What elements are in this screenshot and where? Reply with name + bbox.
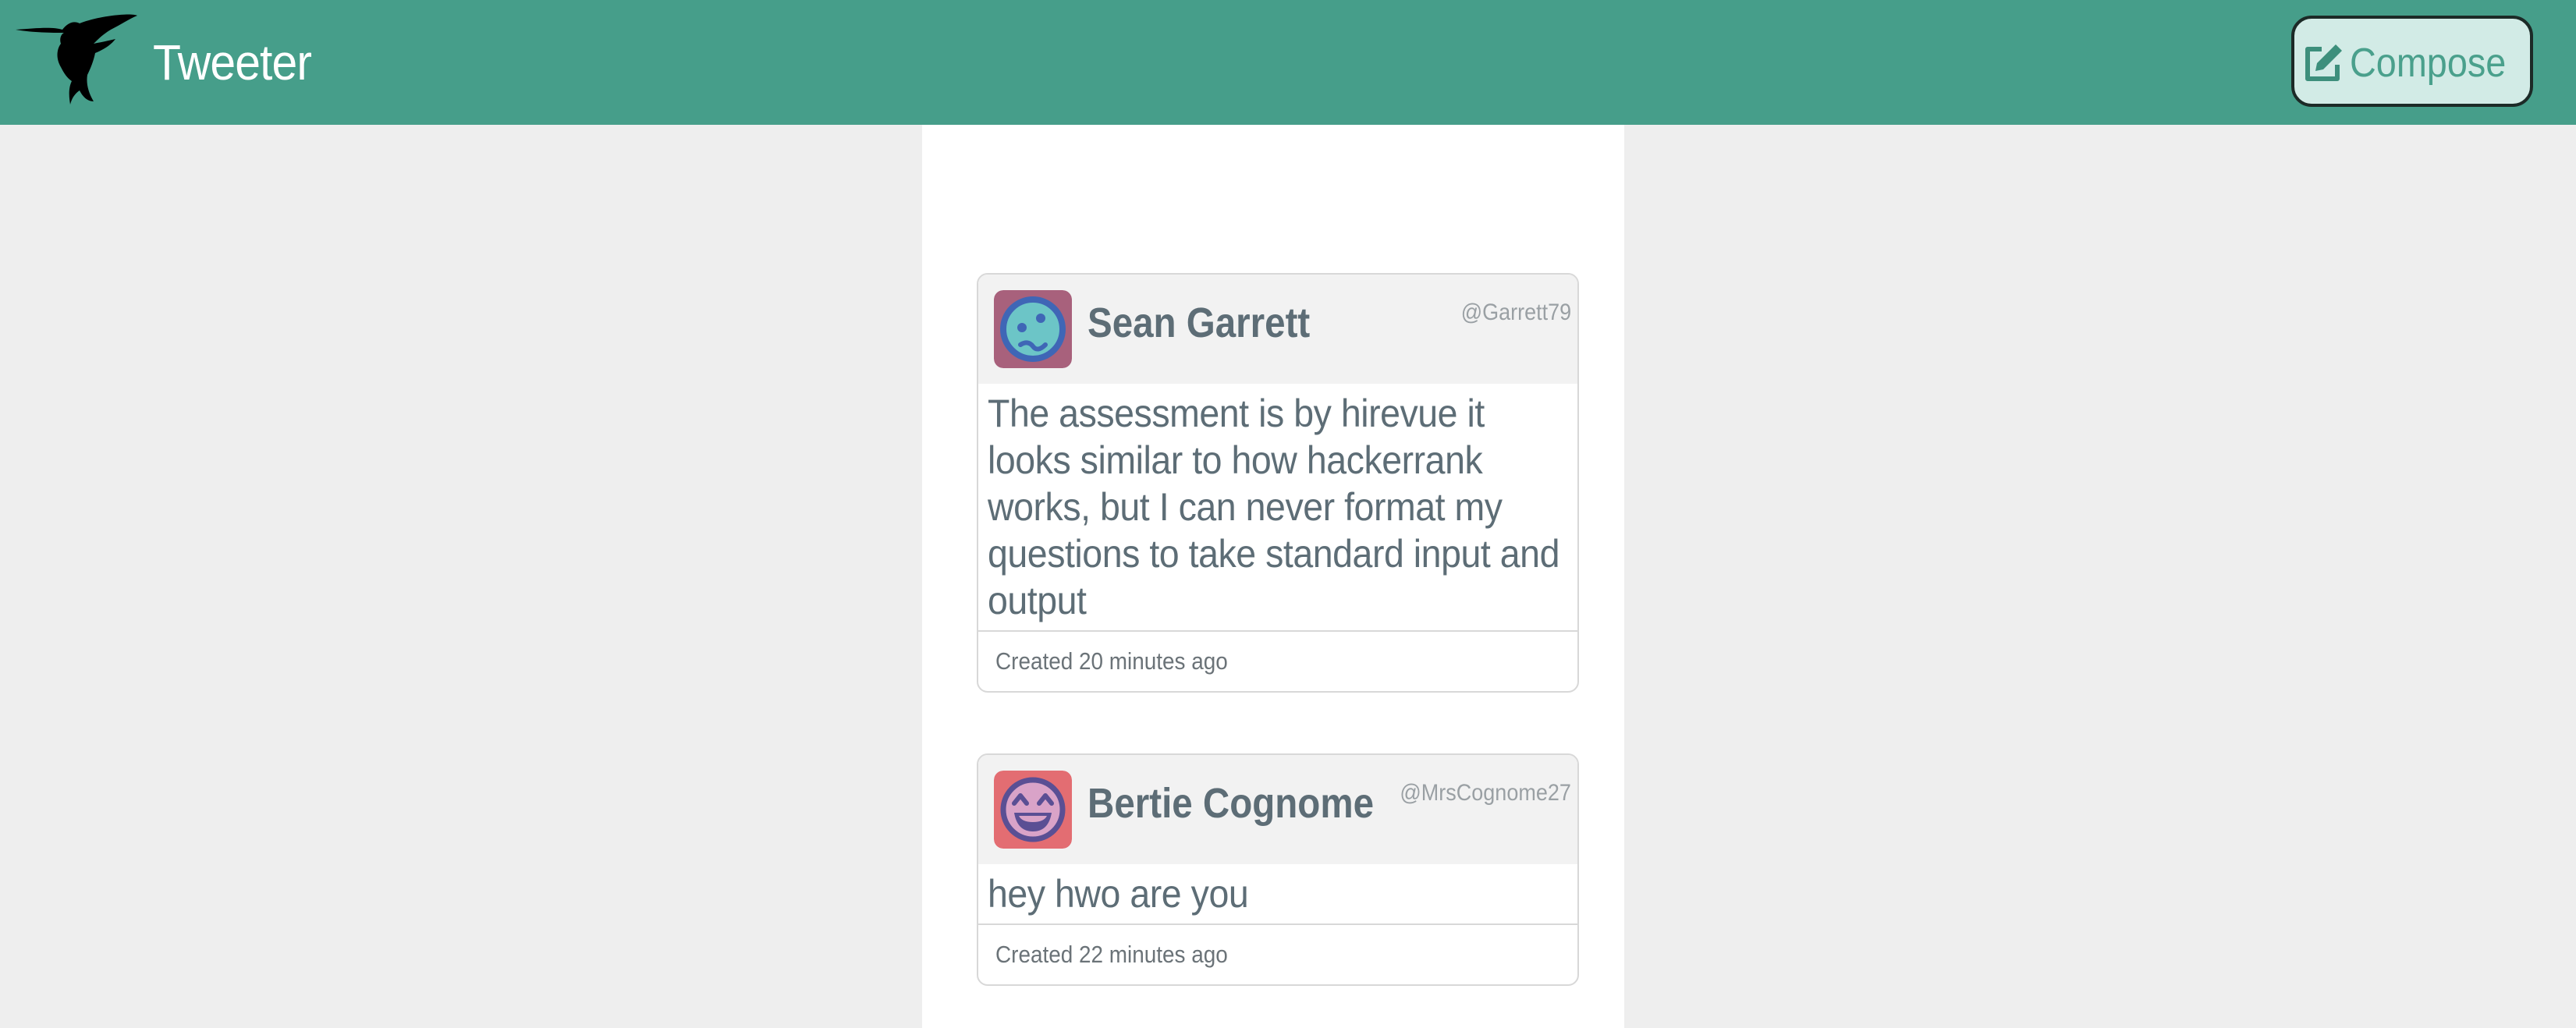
- compose-label: Compose: [2349, 40, 2507, 86]
- tweet-text: The assessment is by hirevue it looks si…: [978, 384, 1577, 630]
- laughing-face-avatar-icon: [994, 771, 1072, 849]
- tweet-feed: Sean Garrett @Garrett79 The assessment i…: [922, 125, 1624, 1028]
- edit-square-icon: [2305, 44, 2342, 81]
- author-name: Sean Garrett: [1088, 300, 1311, 346]
- tweet-header: Bertie Cognome @MrsCognome27: [978, 755, 1577, 864]
- tweet-header: Sean Garrett @Garrett79: [978, 275, 1577, 384]
- tweet-timestamp: Created 20 minutes ago: [995, 647, 1228, 675]
- tweet-card: Bertie Cognome @MrsCognome27 hey hwo are…: [977, 753, 1579, 986]
- app-title[interactable]: Tweeter: [153, 31, 312, 94]
- author-name: Bertie Cognome: [1088, 780, 1375, 827]
- author-handle: @Garrett79: [1460, 300, 1571, 325]
- top-navbar: Tweeter Compose: [0, 0, 2576, 125]
- tweet-text: hey hwo are you: [978, 864, 1577, 923]
- tweet-text-content: The assessment is by hirevue it looks si…: [988, 392, 1559, 622]
- tweet-card: Sean Garrett @Garrett79 The assessment i…: [977, 273, 1579, 693]
- tweet-footer: Created 22 minutes ago: [978, 923, 1577, 984]
- smiley-face-avatar-icon: [994, 290, 1072, 368]
- tweet-footer: Created 20 minutes ago: [978, 630, 1577, 691]
- author-handle: @MrsCognome27: [1400, 780, 1571, 806]
- tweet-timestamp: Created 22 minutes ago: [995, 941, 1228, 968]
- tweet-text-content: hey hwo are you: [988, 872, 1249, 916]
- compose-button[interactable]: Compose: [2291, 16, 2533, 107]
- hummingbird-icon: [16, 14, 137, 105]
